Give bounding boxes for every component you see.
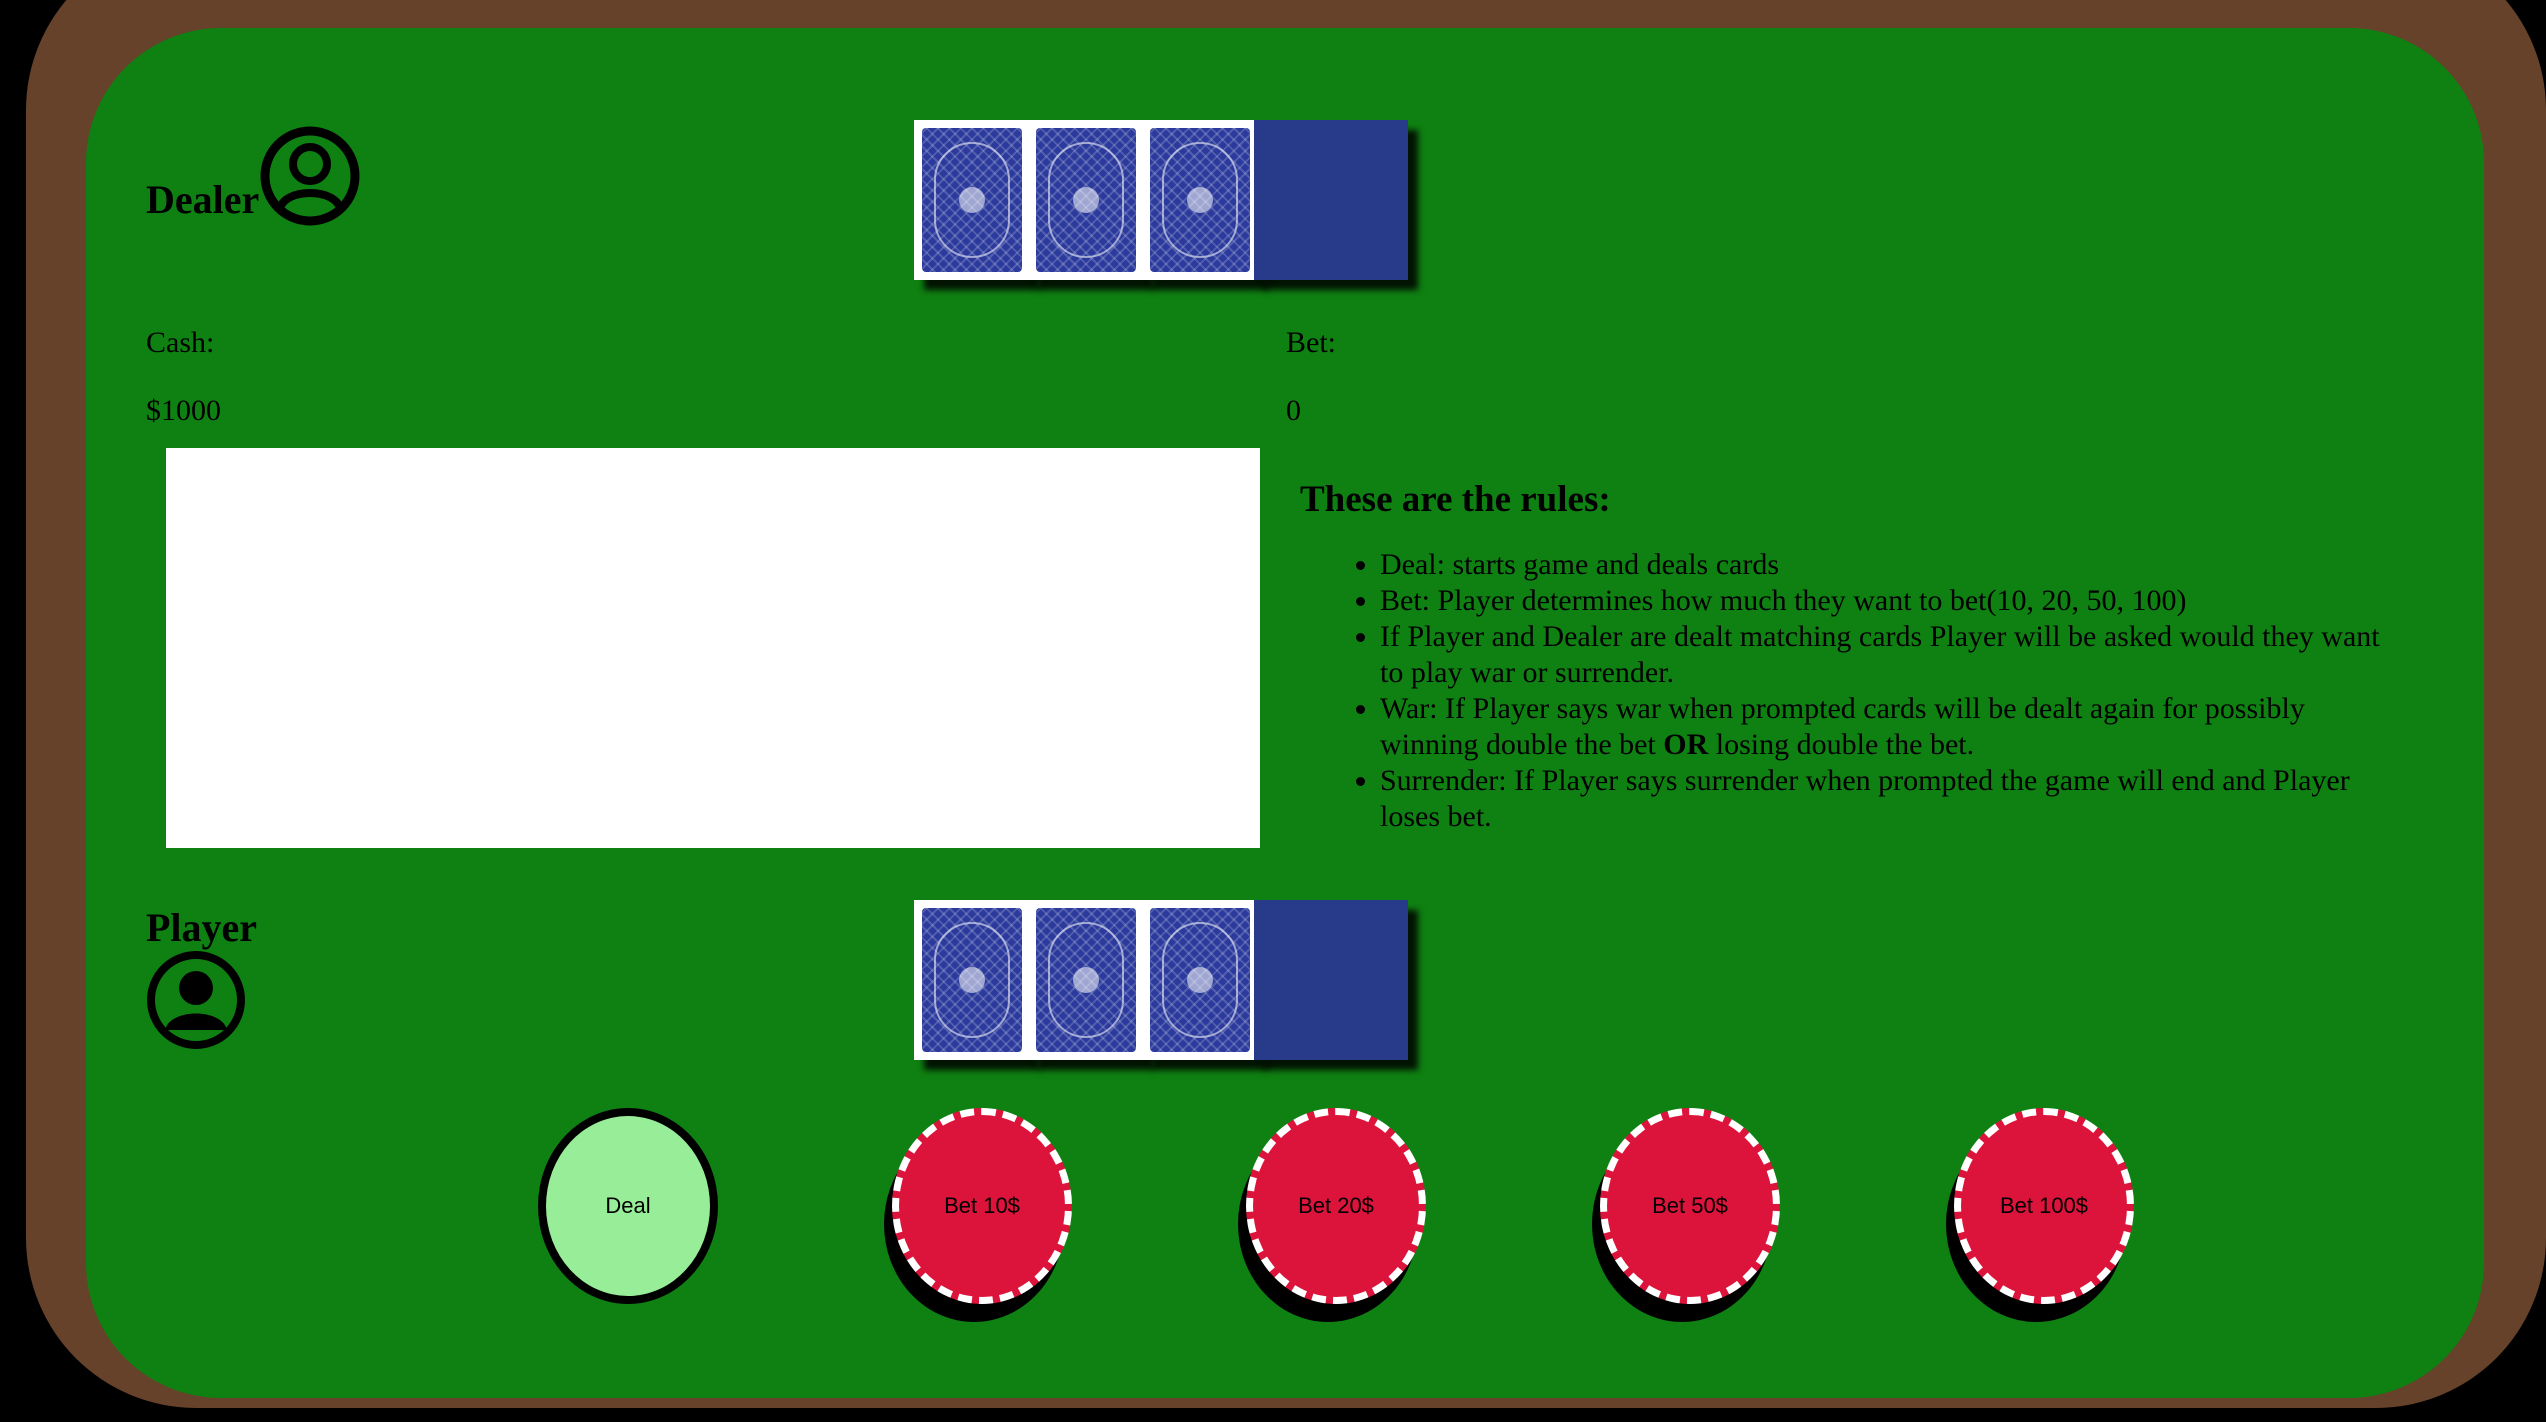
- deal-button-label: Deal: [605, 1193, 651, 1218]
- rule-text: losing double the bet.: [1708, 728, 1975, 761]
- player-card-back: [1142, 900, 1258, 1060]
- player-name: Player: [146, 905, 258, 950]
- dealer-card-back: [914, 120, 1030, 280]
- rule-emphasis: OR: [1663, 728, 1709, 761]
- cash-label: Cash:: [146, 326, 215, 359]
- bet-value: 0: [1286, 394, 1301, 427]
- player-hand: [914, 900, 1410, 1060]
- player-card-back: [1028, 900, 1144, 1060]
- dealer-name: Dealer: [146, 177, 260, 222]
- deal-button[interactable]: Deal: [538, 1108, 718, 1304]
- dealer-card-slot: [1254, 120, 1408, 280]
- dealer-hand: [914, 120, 1410, 280]
- card-back-pattern: [1036, 128, 1136, 272]
- bet-label: Bet:: [1286, 326, 1336, 359]
- rule-item: If Player and Dealer are dealt matching …: [1380, 619, 2400, 691]
- card-back-pattern: [922, 908, 1022, 1052]
- player-card-back: [914, 900, 1030, 1060]
- bet-50-button[interactable]: Bet 50$: [1600, 1108, 1780, 1304]
- bet-20-label: Bet 20$: [1298, 1193, 1374, 1218]
- dealer-card-back: [1028, 120, 1144, 280]
- bet-10-button[interactable]: Bet 10$: [892, 1108, 1072, 1304]
- player-card-slot: [1254, 900, 1408, 1060]
- card-back-pattern: [1150, 128, 1250, 272]
- bet-20-button[interactable]: Bet 20$: [1246, 1108, 1426, 1304]
- rule-item: War: If Player says war when prompted ca…: [1380, 691, 2400, 763]
- player-user-circle-icon: [146, 950, 246, 1050]
- rules-list: Deal: starts game and deals cards Bet: P…: [1300, 547, 2400, 835]
- cash-value: $1000: [146, 394, 221, 427]
- rule-item: Bet: Player determines how much they wan…: [1380, 583, 2400, 619]
- rule-item: Deal: starts game and deals cards: [1380, 547, 2400, 583]
- bet-100-label: Bet 100$: [1999, 1193, 2089, 1218]
- dealer-card-back: [1142, 120, 1258, 280]
- bet-50-label: Bet 50$: [1652, 1193, 1728, 1218]
- message-box: [166, 448, 1260, 848]
- rule-item: Surrender: If Player says surrender when…: [1380, 763, 2400, 835]
- card-back-pattern: [1150, 908, 1250, 1052]
- bet-100-button[interactable]: Bet 100$: [1954, 1108, 2134, 1304]
- dealer-user-circle-icon: [260, 126, 360, 226]
- card-back-pattern: [922, 128, 1022, 272]
- bet-10-label: Bet 10$: [944, 1193, 1020, 1218]
- rules-heading: These are the rules:: [1300, 479, 1611, 520]
- rules-panel: These are the rules: Deal: starts game a…: [1300, 478, 2400, 835]
- card-back-pattern: [1036, 908, 1136, 1052]
